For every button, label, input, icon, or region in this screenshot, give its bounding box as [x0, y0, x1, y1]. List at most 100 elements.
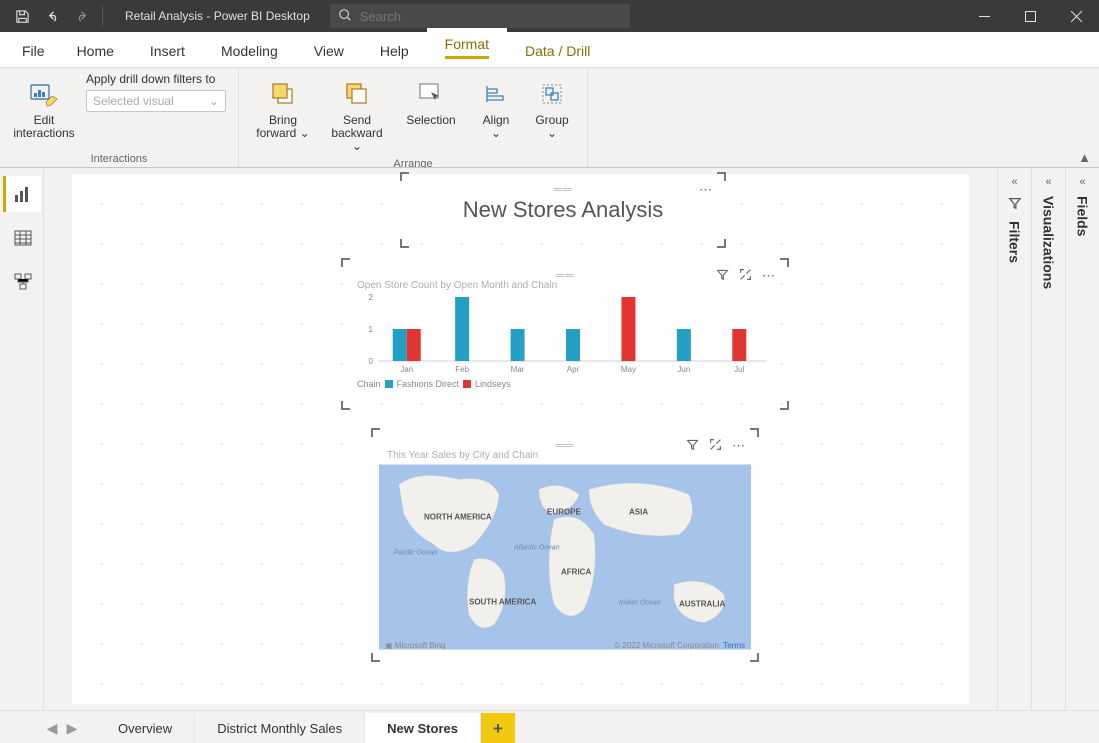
tab-format[interactable]: Format	[427, 28, 507, 67]
maximize-button[interactable]	[1007, 0, 1053, 32]
expand-icon: «	[1079, 176, 1085, 188]
canvas-wrap: ══ ⋯ New Stores Analysis ══ ⋯ Open Store…	[44, 168, 997, 710]
group-icon	[540, 76, 564, 112]
ribbon-group-arrange: Bring forward ⌄ Send backward ⌄ Selectio…	[239, 68, 588, 167]
expand-icon: «	[1045, 176, 1051, 188]
search-input[interactable]	[360, 9, 622, 24]
redo-button[interactable]	[68, 2, 96, 30]
visual-options-icon[interactable]: ⋯	[732, 438, 745, 454]
ribbon-tabs: File Home Insert Modeling View Help Form…	[0, 32, 1099, 68]
save-button[interactable]	[8, 2, 36, 30]
map-visual[interactable]: ══ ⋯ This Year Sales by City and Chain N…	[379, 436, 751, 654]
focus-mode-icon[interactable]	[739, 268, 752, 284]
align-icon	[484, 76, 508, 112]
svg-text:AFRICA: AFRICA	[561, 568, 591, 577]
minimize-button[interactable]	[961, 0, 1007, 32]
page-tab-new-stores[interactable]: New Stores	[365, 713, 481, 743]
map-provider: ▣ Microsoft Bing	[385, 641, 445, 650]
svg-text:Pacific Ocean: Pacific Ocean	[394, 550, 437, 557]
chart-legend: Chain Fashions Direct Lindseys	[349, 377, 781, 391]
selection-pane-button[interactable]: Selection	[399, 72, 463, 131]
filters-label: Filters	[1007, 221, 1023, 263]
view-switcher	[0, 168, 44, 710]
tab-view[interactable]: View	[296, 35, 362, 67]
undo-button[interactable]	[38, 2, 66, 30]
page-tabs: ◀ ▶ Overview District Monthly Sales New …	[0, 710, 1099, 743]
page-prev-button[interactable]: ◀	[42, 720, 62, 737]
filters-pane[interactable]: « Filters	[997, 168, 1031, 710]
close-button[interactable]	[1053, 0, 1099, 32]
tab-data-drill[interactable]: Data / Drill	[507, 35, 608, 67]
tab-insert[interactable]: Insert	[132, 35, 203, 67]
app-title: Retail Analysis - Power BI Desktop	[125, 9, 310, 23]
tab-file[interactable]: File	[8, 35, 59, 67]
bring-forward-icon	[269, 76, 297, 112]
ribbon-group-label: Interactions	[91, 153, 148, 167]
fields-pane[interactable]: « Fields	[1065, 168, 1099, 710]
visual-options-icon[interactable]: ⋯	[699, 182, 712, 198]
send-backward-icon	[343, 76, 371, 112]
visualizations-pane[interactable]: « Visualizations	[1031, 168, 1065, 710]
legend-swatch-a	[385, 380, 393, 388]
svg-text:Mar: Mar	[511, 365, 525, 374]
chart-plot-area: 012JanFebMarAprMayJunJul	[349, 293, 781, 377]
svg-text:Jul: Jul	[734, 365, 744, 374]
drag-handle-icon[interactable]: ══	[555, 268, 574, 282]
chevron-down-icon: ⌄	[209, 94, 219, 108]
drag-handle-icon[interactable]: ══	[555, 438, 574, 452]
ribbon-collapse-button[interactable]: ▲	[1078, 150, 1091, 165]
selection-icon	[417, 76, 445, 112]
align-button[interactable]: Align⌄	[473, 72, 519, 144]
svg-text:SOUTH AMERICA: SOUTH AMERICA	[469, 598, 536, 607]
group-label: Group⌄	[535, 114, 568, 140]
svg-text:Feb: Feb	[455, 365, 469, 374]
svg-text:0: 0	[369, 357, 374, 366]
search-box[interactable]	[330, 4, 630, 28]
ribbon: Edit interactions Apply drill down filte…	[0, 68, 1099, 168]
send-backward-label: Send backward ⌄	[327, 114, 387, 154]
bring-forward-button[interactable]: Bring forward ⌄	[251, 72, 315, 144]
tab-modeling[interactable]: Modeling	[203, 35, 296, 67]
visual-options-icon[interactable]: ⋯	[762, 268, 775, 284]
svg-text:EUROPE: EUROPE	[547, 508, 581, 517]
filter-icon[interactable]	[686, 438, 699, 454]
bring-forward-label: Bring forward ⌄	[256, 114, 309, 140]
send-backward-button[interactable]: Send backward ⌄	[325, 72, 389, 158]
add-page-button[interactable]: +	[481, 713, 515, 743]
report-canvas[interactable]: ══ ⋯ New Stores Analysis ══ ⋯ Open Store…	[72, 174, 969, 704]
report-view-button[interactable]	[3, 176, 41, 212]
svg-text:AUSTRALIA: AUSTRALIA	[679, 600, 725, 609]
drill-filter-dropdown[interactable]: Selected visual ⌄	[86, 90, 226, 112]
page-tab-monthly[interactable]: District Monthly Sales	[195, 713, 365, 743]
filter-icon[interactable]	[716, 268, 729, 284]
funnel-icon	[1008, 196, 1022, 213]
page-tab-overview[interactable]: Overview	[96, 713, 195, 743]
drag-handle-icon[interactable]: ══	[553, 182, 572, 196]
svg-text:May: May	[621, 365, 636, 374]
expand-icon: «	[1011, 176, 1017, 188]
focus-mode-icon[interactable]	[709, 438, 722, 454]
titlebar: Retail Analysis - Power BI Desktop	[0, 0, 1099, 32]
page-next-button[interactable]: ▶	[62, 720, 82, 737]
edit-interactions-button[interactable]: Edit interactions	[12, 72, 76, 144]
map-canvas: NORTH AMERICA SOUTH AMERICA EUROPE AFRIC…	[379, 463, 751, 651]
tab-help[interactable]: Help	[362, 35, 427, 67]
quick-access-toolbar	[0, 2, 96, 30]
data-view-button[interactable]	[3, 220, 41, 256]
group-button[interactable]: Group⌄	[529, 72, 575, 144]
bar-chart-visual[interactable]: ══ ⋯ Open Store Count by Open Month and …	[349, 266, 781, 402]
map-terms-link[interactable]: Terms	[723, 641, 745, 650]
tab-home[interactable]: Home	[59, 35, 132, 67]
divider	[102, 6, 103, 26]
drill-filter-label: Apply drill down filters to	[86, 72, 226, 86]
legend-series-b: Lindseys	[475, 379, 511, 389]
align-label: Align⌄	[483, 114, 510, 140]
svg-text:Jan: Jan	[400, 365, 413, 374]
svg-text:NORTH AMERICA: NORTH AMERICA	[424, 513, 492, 522]
title-text-visual[interactable]: ══ ⋯ New Stores Analysis	[408, 180, 718, 240]
legend-swatch-b	[463, 380, 471, 388]
svg-text:1: 1	[369, 325, 374, 334]
title-text: New Stores Analysis	[463, 197, 664, 223]
svg-text:Atlantic Ocean: Atlantic Ocean	[513, 545, 560, 552]
model-view-button[interactable]	[3, 264, 41, 300]
